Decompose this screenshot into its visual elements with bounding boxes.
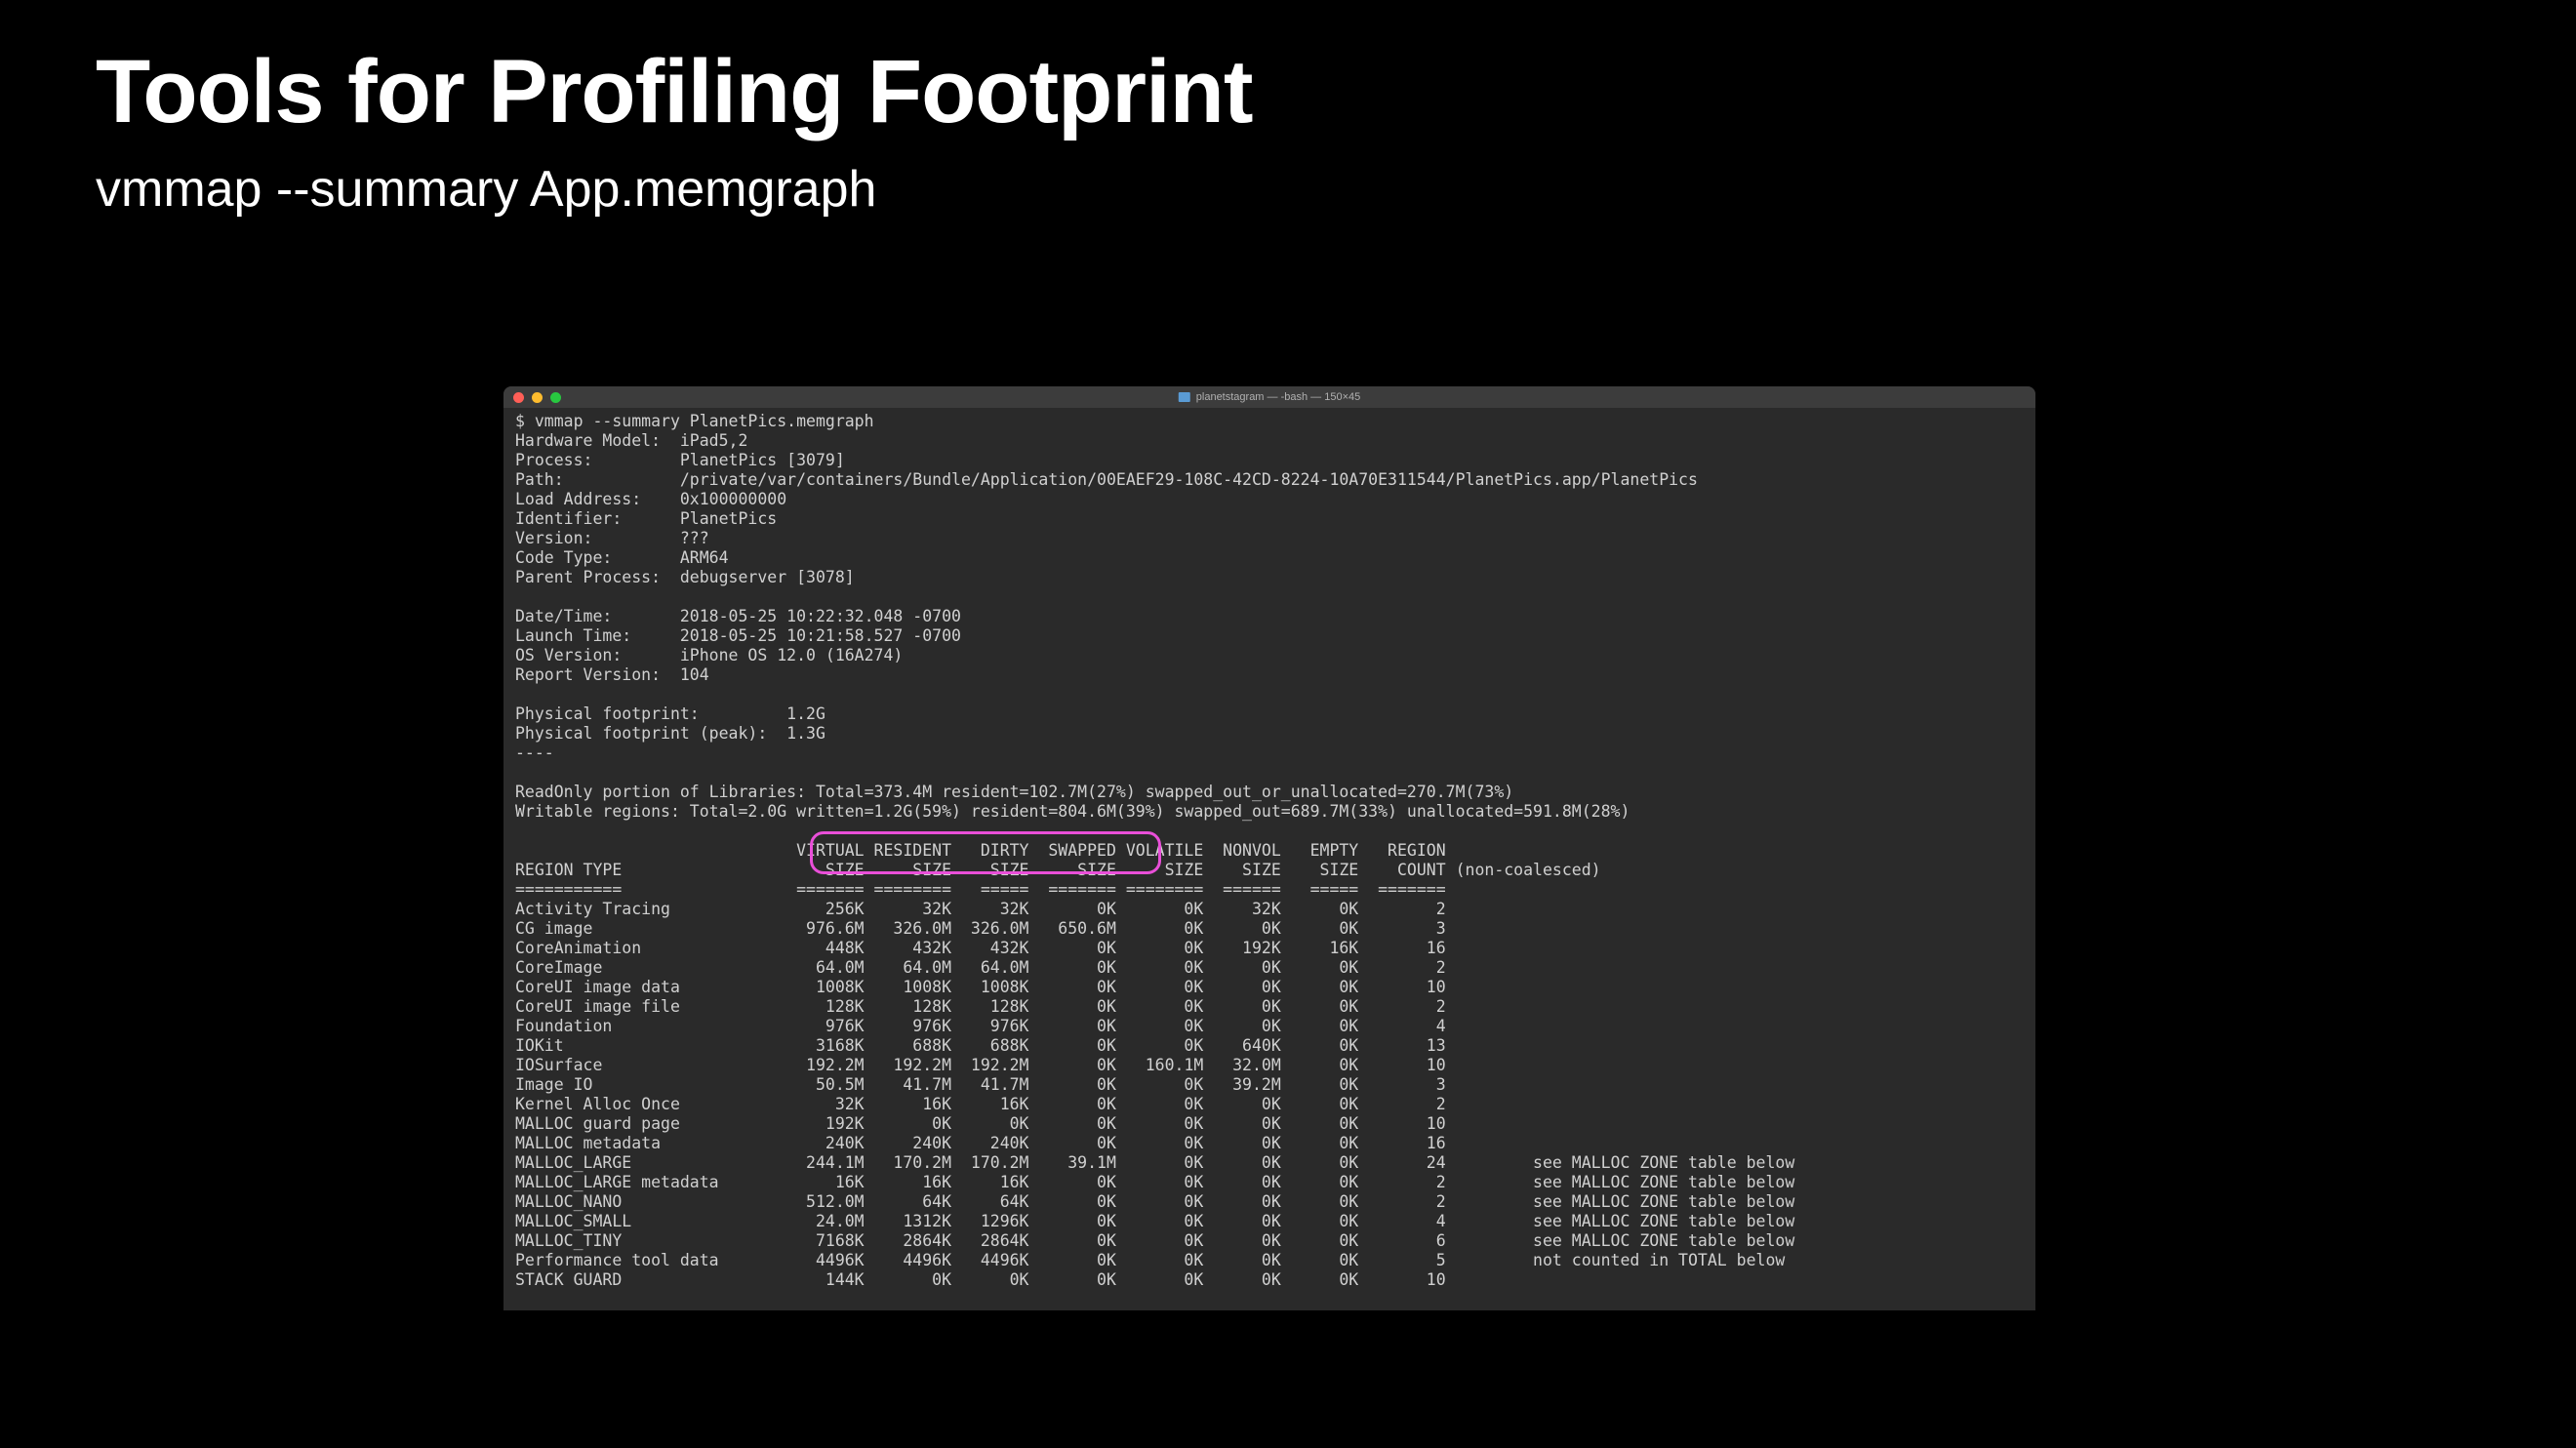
slide-title: Tools for Profiling Footprint	[96, 41, 1253, 143]
window-title-text: planetstagram — -bash — 150×45	[1196, 391, 1360, 403]
close-icon[interactable]	[513, 392, 524, 403]
terminal-body[interactable]: $ vmmap --summary PlanetPics.memgraph Ha…	[503, 408, 2035, 1294]
minimize-icon[interactable]	[532, 392, 543, 403]
traffic-lights	[513, 392, 561, 403]
terminal-window: planetstagram — -bash — 150×45 $ vmmap -…	[503, 386, 2035, 1310]
title-bar: planetstagram — -bash — 150×45	[503, 386, 2035, 408]
window-title: planetstagram — -bash — 150×45	[1179, 391, 1360, 403]
folder-icon	[1179, 392, 1190, 402]
slide-subtitle: vmmap --summary App.memgraph	[96, 160, 876, 219]
zoom-icon[interactable]	[550, 392, 561, 403]
